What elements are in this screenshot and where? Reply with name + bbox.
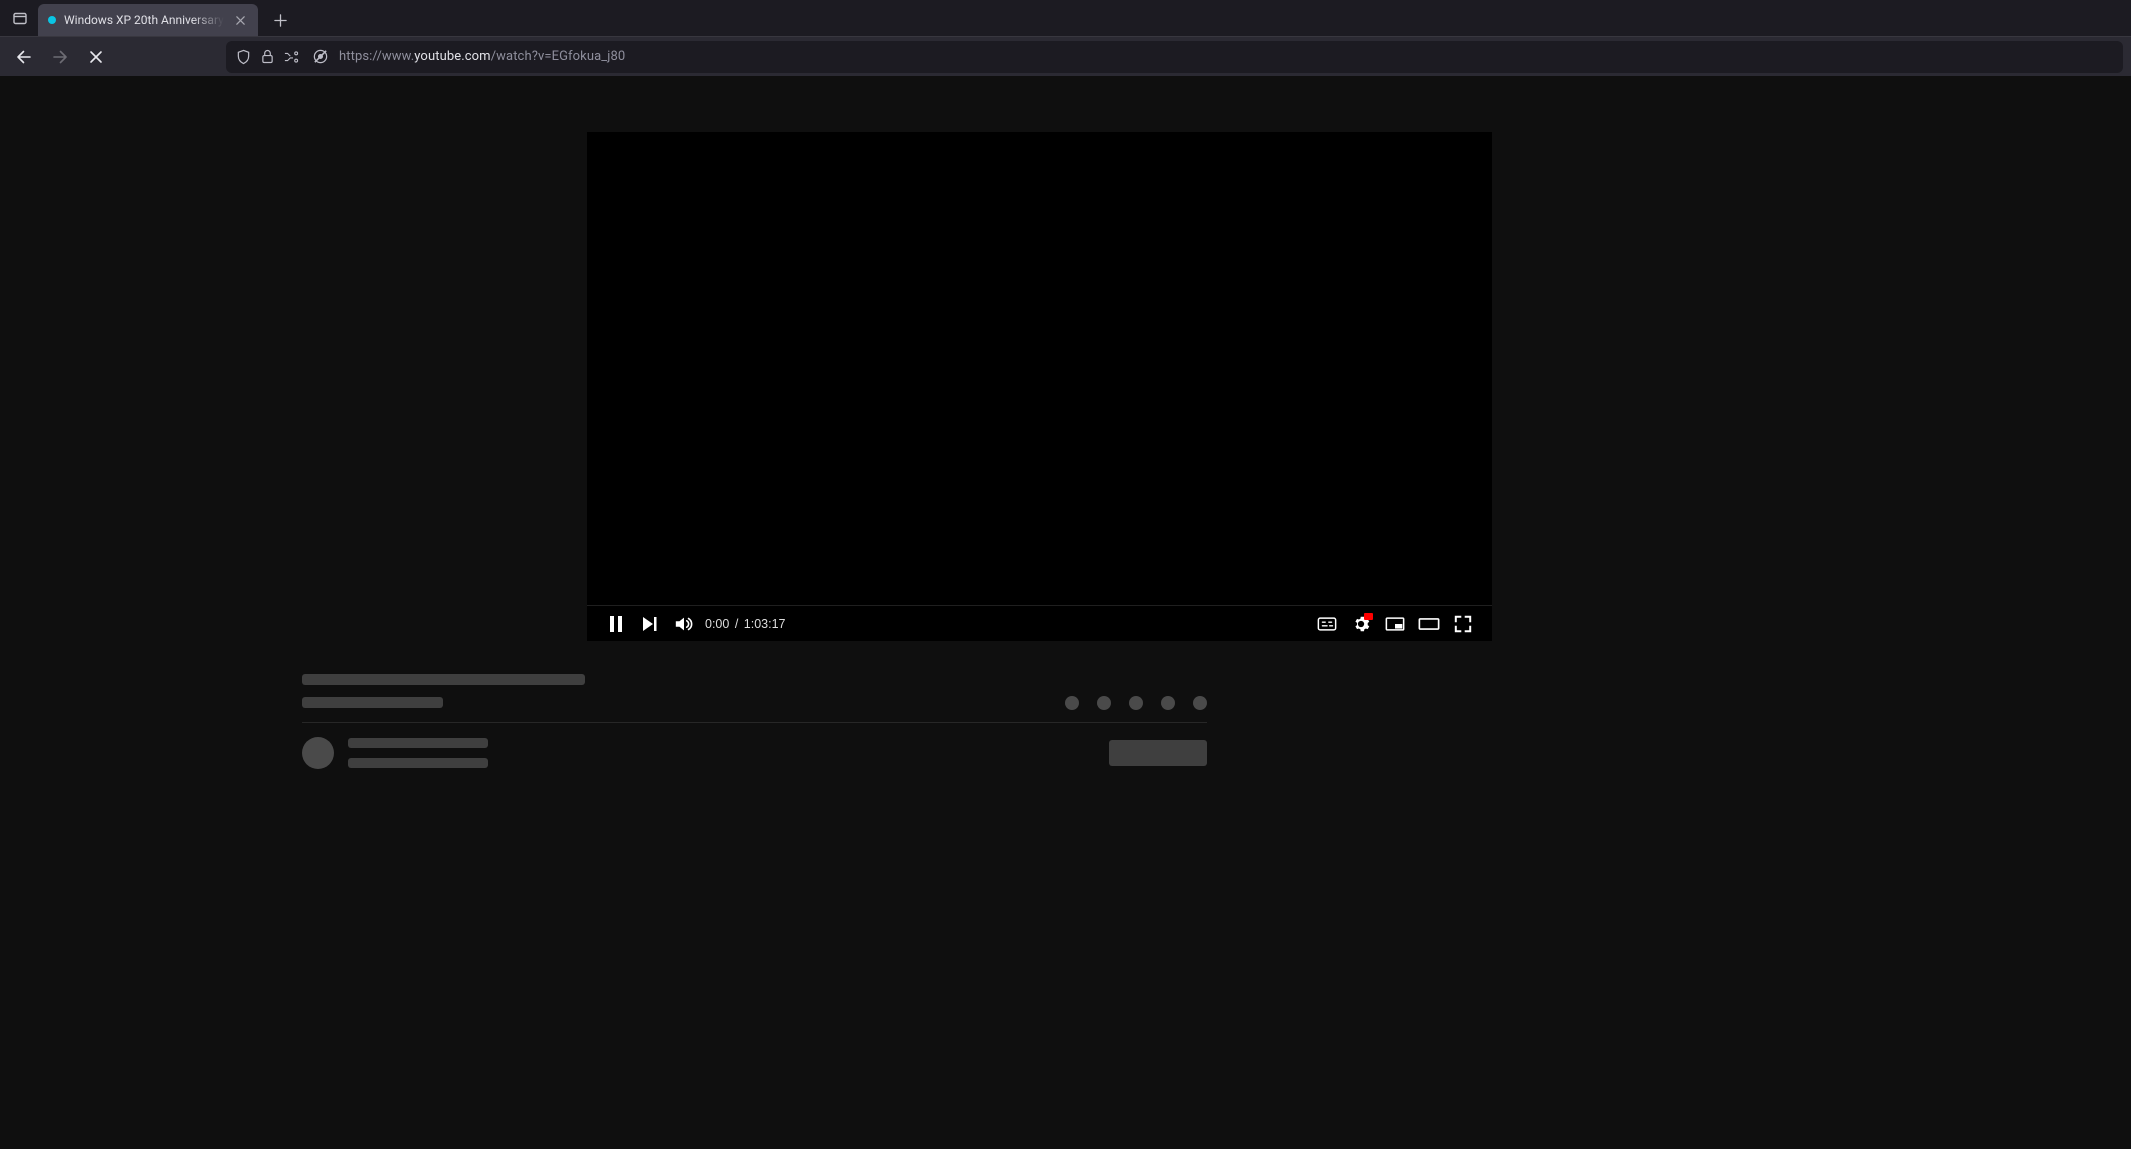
tab-title: Windows XP 20th Anniversary bbox=[64, 13, 224, 27]
video-info-skeleton bbox=[302, 674, 1207, 769]
page-content: 0:00 / 1:03:17 bbox=[0, 76, 2131, 1149]
video-player[interactable]: 0:00 / 1:03:17 bbox=[587, 132, 1492, 641]
time-display: 0:00 / 1:03:17 bbox=[705, 617, 786, 631]
back-button[interactable] bbox=[8, 41, 40, 73]
lock-icon[interactable] bbox=[261, 49, 274, 64]
mute-button[interactable] bbox=[667, 606, 701, 642]
browser-toolbar: https://www.youtube.com/watch?v=EGfokua_… bbox=[0, 36, 2131, 76]
subtitles-button[interactable] bbox=[1310, 606, 1344, 642]
hd-badge-icon bbox=[1364, 613, 1373, 620]
action-buttons-skeleton bbox=[1065, 696, 1207, 710]
stop-button[interactable] bbox=[80, 41, 112, 73]
pause-button[interactable] bbox=[599, 606, 633, 642]
address-bar[interactable]: https://www.youtube.com/watch?v=EGfokua_… bbox=[226, 41, 2123, 73]
url-text: https://www.youtube.com/watch?v=EGfokua_… bbox=[339, 49, 625, 64]
shield-icon[interactable] bbox=[236, 49, 251, 65]
theater-button[interactable] bbox=[1412, 606, 1446, 642]
tab-strip: Windows XP 20th Anniversary bbox=[0, 0, 2131, 36]
browser-tab[interactable]: Windows XP 20th Anniversary bbox=[38, 4, 258, 36]
tracking-blocked-icon[interactable] bbox=[312, 48, 329, 65]
forward-button[interactable] bbox=[44, 41, 76, 73]
avatar-skeleton bbox=[302, 737, 334, 769]
player-controls: 0:00 / 1:03:17 bbox=[587, 605, 1492, 641]
tab-loading-indicator-icon bbox=[48, 16, 56, 24]
permissions-icon[interactable] bbox=[284, 50, 302, 64]
fullscreen-button[interactable] bbox=[1446, 606, 1480, 642]
subscribe-skeleton bbox=[1109, 740, 1207, 766]
settings-button[interactable] bbox=[1344, 606, 1378, 642]
next-button[interactable] bbox=[633, 606, 667, 642]
close-tab-button[interactable] bbox=[232, 12, 248, 28]
miniplayer-button[interactable] bbox=[1378, 606, 1412, 642]
site-identity-icons bbox=[236, 48, 329, 65]
new-tab-button[interactable] bbox=[264, 4, 296, 36]
recent-tabs-button[interactable] bbox=[2, 0, 38, 36]
